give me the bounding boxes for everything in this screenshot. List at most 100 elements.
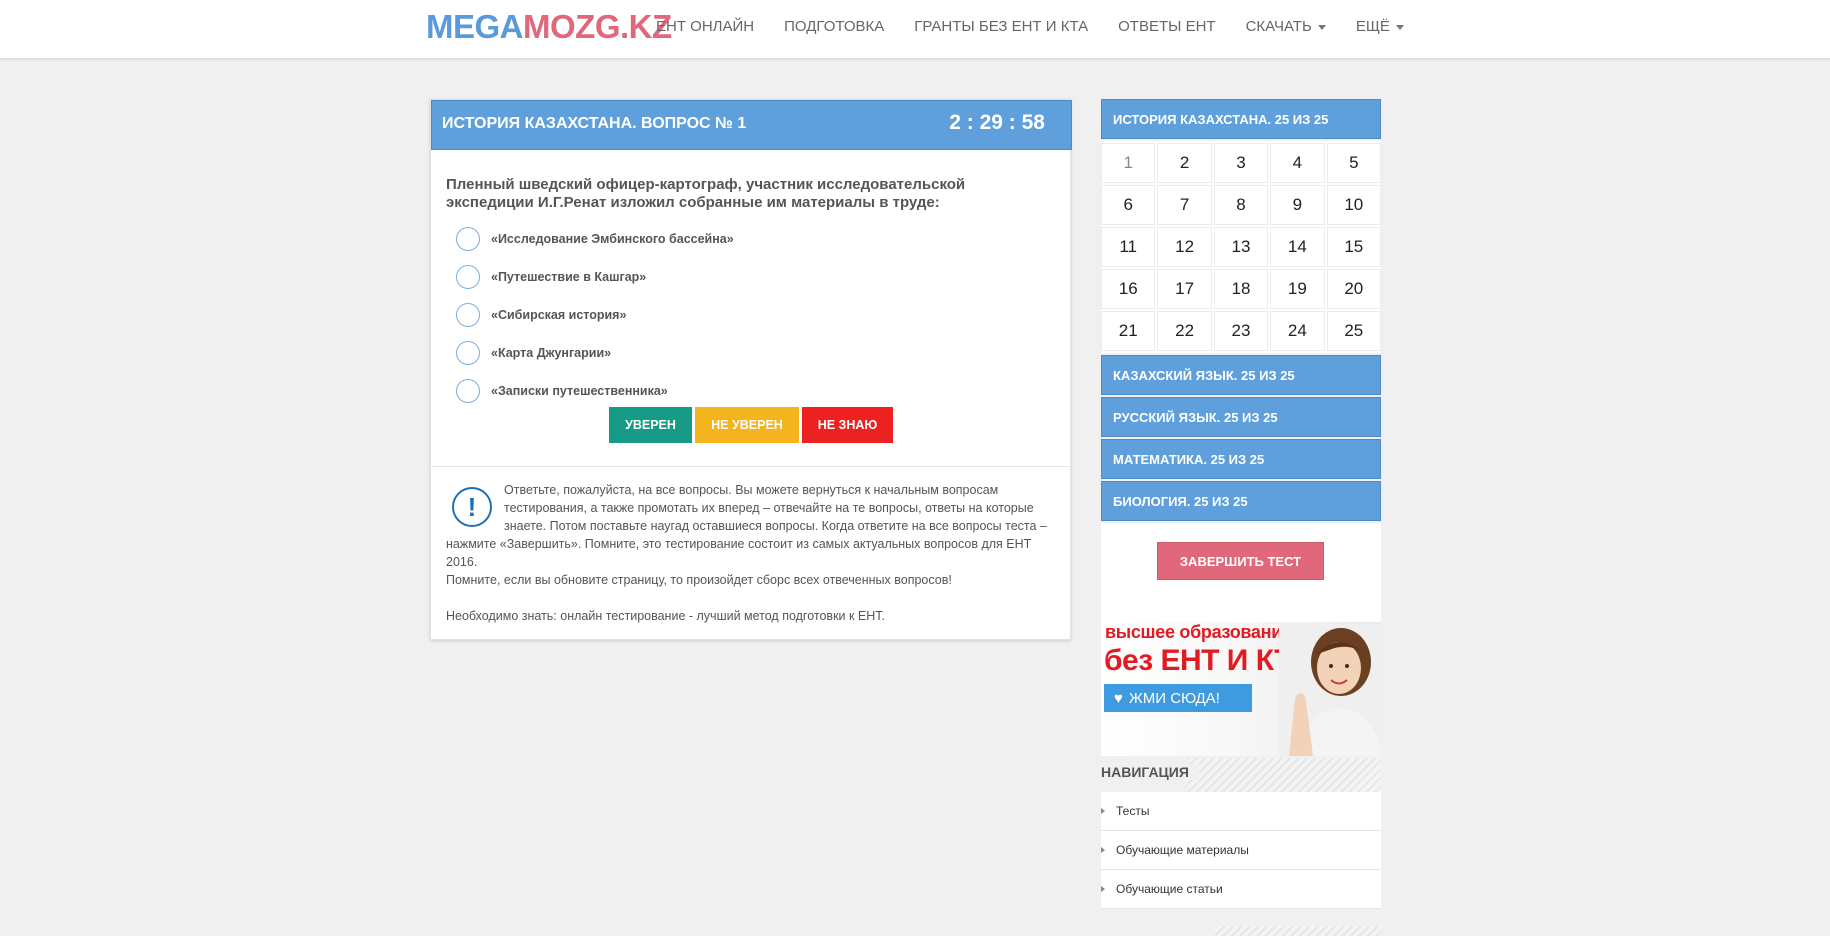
answer-option-2[interactable]: «Путешествие в Кашгар» — [456, 258, 734, 296]
question-number-23[interactable]: 23 — [1213, 311, 1269, 351]
sidebar: ИСТОРИЯ КАЗАХСТАНА. 25 ИЗ 25 1 2 3 4 5 6 7 8 9 10… — [1101, 99, 1381, 603]
question-number-21[interactable]: 21 — [1101, 311, 1156, 351]
promo-banner[interactable]: высшее образование без ЕНТ И КТА ♥ ЖМИ С… — [1101, 602, 1381, 756]
caret-down-icon — [1395, 24, 1404, 30]
question-number-16[interactable]: 16 — [1101, 269, 1156, 309]
top-navbar: MEGAMOZG.KZ ЕНТ ОНЛАЙН ПОДГОТОВКА ГРАНТЫ… — [0, 0, 1830, 59]
nav-link-articles[interactable]: Обучающие статьи — [1101, 870, 1381, 909]
answer-label: «Путешествие в Кашгар» — [491, 270, 647, 284]
nav-label: ЕНТ ОНЛАЙН — [656, 18, 755, 35]
countdown-timer: 2 : 29 : 58 — [949, 111, 1045, 134]
question-number-18[interactable]: 18 — [1213, 269, 1269, 309]
nav-link-materials[interactable]: Обучающие материалы — [1101, 831, 1381, 870]
main-nav: ЕНТ ОНЛАЙН ПОДГОТОВКА ГРАНТЫ БЕЗ ЕНТ И К… — [656, 17, 1434, 37]
nav-label: ПОДГОТОВКА — [784, 18, 885, 35]
nav-granty[interactable]: ГРАНТЫ БЕЗ ЕНТ И КТА — [914, 17, 1088, 37]
notice-paragraph: Необходимо знать: онлайн тестирование - … — [446, 609, 886, 623]
subject-russian[interactable]: РУССКИЙ ЯЗЫК. 25 ИЗ 25 — [1101, 397, 1381, 437]
question-number-11[interactable]: 11 — [1101, 227, 1156, 267]
navigation-list: Тесты Обучающие материалы Обучающие стат… — [1101, 792, 1381, 909]
nav-label: ОТВЕТЫ ЕНТ — [1118, 18, 1216, 35]
answer-label: «Исследование Эмбинского бассейна» — [491, 232, 734, 246]
exclamation-icon: ! — [452, 487, 492, 527]
question-number-8[interactable]: 8 — [1213, 185, 1269, 225]
dont-know-button[interactable]: НЕ ЗНАЮ — [802, 407, 893, 443]
nav-link-label: Тесты — [1116, 804, 1150, 818]
logo-part-mozg: MOZG.KZ — [523, 8, 672, 45]
bullet-arrow-icon — [1101, 886, 1105, 892]
notice-text: Ответьте, пожалуйста, на все вопросы. Вы… — [446, 481, 1058, 643]
hatch-decoration — [1187, 758, 1381, 792]
question-title: ИСТОРИЯ КАЗАХСТАНА. ВОПРОС № 1 — [442, 115, 747, 132]
subject-math[interactable]: МАТЕМАТИКА. 25 ИЗ 25 — [1101, 439, 1381, 479]
radio-button[interactable] — [456, 227, 480, 251]
question-number-3[interactable]: 3 — [1213, 143, 1269, 183]
answer-option-1[interactable]: «Исследование Эмбинского бассейна» — [456, 220, 734, 258]
question-number-1[interactable]: 1 — [1101, 143, 1156, 183]
nav-link-label: Обучающие статьи — [1116, 882, 1223, 896]
nav-link-label: Обучающие материалы — [1116, 843, 1249, 857]
divider — [431, 466, 1070, 467]
unsure-button[interactable]: НЕ УВЕРЕН — [695, 407, 799, 443]
banner-cta-button[interactable]: ♥ ЖМИ СЮДА! — [1104, 684, 1252, 712]
notice-paragraph: Ответьте, пожалуйста, на все вопросы. Вы… — [446, 483, 1047, 569]
banner-cta-label: ЖМИ СЮДА! — [1128, 689, 1220, 707]
nav-label: ЕЩЁ — [1355, 18, 1390, 35]
hatch-decoration — [1215, 926, 1381, 936]
nav-skachat-dropdown[interactable]: СКАЧАТЬ — [1246, 17, 1326, 37]
question-number-15[interactable]: 15 — [1326, 227, 1381, 267]
radio-button[interactable] — [456, 303, 480, 327]
question-header: ИСТОРИЯ КАЗАХСТАНА. ВОПРОС № 1 2 : 29 : … — [431, 100, 1072, 150]
question-number-10[interactable]: 10 — [1326, 185, 1381, 225]
nav-eshche-dropdown[interactable]: ЕЩЁ — [1356, 17, 1404, 37]
subject-kazakh[interactable]: КАЗАХСКИЙ ЯЗЫК. 25 ИЗ 25 — [1101, 355, 1381, 395]
bullet-arrow-icon — [1101, 847, 1105, 853]
answer-option-5[interactable]: «Записки путешественника» — [456, 372, 734, 410]
question-number-24[interactable]: 24 — [1270, 311, 1325, 351]
question-number-5[interactable]: 5 — [1326, 143, 1381, 183]
question-number-4[interactable]: 4 — [1270, 143, 1325, 183]
question-line: Пленный шведский офицер-картограф, участ… — [446, 176, 966, 193]
question-number-20[interactable]: 20 — [1326, 269, 1381, 309]
question-number-19[interactable]: 19 — [1270, 269, 1325, 309]
answer-option-4[interactable]: «Карта Джунгарии» — [456, 334, 734, 372]
question-number-grid: 1 2 3 4 5 6 7 8 9 10 11 12 13 14 15 16 17 18 19 20 21 22 23 24 2… — [1101, 141, 1381, 353]
answer-label: «Сибирская история» — [491, 308, 627, 322]
subject-history-kz[interactable]: ИСТОРИЯ КАЗАХСТАНА. 25 ИЗ 25 — [1101, 99, 1381, 139]
radio-button[interactable] — [456, 341, 480, 365]
site-logo[interactable]: MEGAMOZG.KZ — [426, 8, 672, 46]
subject-biology[interactable]: БИОЛОГИЯ. 25 ИЗ 25 — [1101, 481, 1381, 521]
answer-options: «Исследование Эмбинского бассейна» «Путе… — [456, 220, 734, 410]
nav-ent-online[interactable]: ЕНТ ОНЛАЙН — [656, 17, 754, 37]
question-number-7[interactable]: 7 — [1157, 185, 1212, 225]
question-number-14[interactable]: 14 — [1270, 227, 1325, 267]
question-number-9[interactable]: 9 — [1270, 185, 1325, 225]
finish-test-button[interactable]: ЗАВЕРШИТЬ ТЕСТ — [1157, 542, 1324, 580]
nav-link-tests[interactable]: Тесты — [1101, 792, 1381, 831]
nav-label: ГРАНТЫ БЕЗ ЕНТ И КТА — [914, 18, 1089, 35]
question-number-2[interactable]: 2 — [1157, 143, 1212, 183]
answer-label: «Карта Джунгарии» — [491, 346, 612, 360]
question-panel: ИСТОРИЯ КАЗАХСТАНА. ВОПРОС № 1 2 : 29 : … — [430, 99, 1072, 643]
heart-icon: ♥ — [1114, 689, 1123, 707]
nav-podgotovka[interactable]: ПОДГОТОВКА — [784, 17, 884, 37]
radio-button[interactable] — [456, 265, 480, 289]
question-number-22[interactable]: 22 — [1157, 311, 1212, 351]
question-text: Пленный шведский офицер-картограф, участ… — [446, 176, 1006, 212]
question-line: экспедиции И.Г.Ренат изложил собранные и… — [446, 194, 940, 211]
question-number-17[interactable]: 17 — [1157, 269, 1212, 309]
radio-button[interactable] — [456, 379, 480, 403]
banner-headline: высшее образование — [1105, 622, 1292, 642]
sure-button[interactable]: УВЕРЕН — [609, 407, 692, 443]
notice-paragraph: Помните, если вы обновите страницу, то п… — [446, 573, 952, 587]
question-number-25[interactable]: 25 — [1326, 311, 1381, 351]
question-number-13[interactable]: 13 — [1213, 227, 1269, 267]
answer-label: «Записки путешественника» — [491, 384, 668, 398]
nav-label: СКАЧАТЬ — [1245, 18, 1312, 35]
confidence-buttons: УВЕРЕН НЕ УВЕРЕН НЕ ЗНАЮ — [609, 407, 896, 443]
navigation-title: НАВИГАЦИЯ — [1101, 764, 1199, 780]
question-number-12[interactable]: 12 — [1157, 227, 1212, 267]
answer-option-3[interactable]: «Сибирская история» — [456, 296, 734, 334]
nav-otvety[interactable]: ОТВЕТЫ ЕНТ — [1118, 17, 1215, 37]
question-number-6[interactable]: 6 — [1101, 185, 1156, 225]
